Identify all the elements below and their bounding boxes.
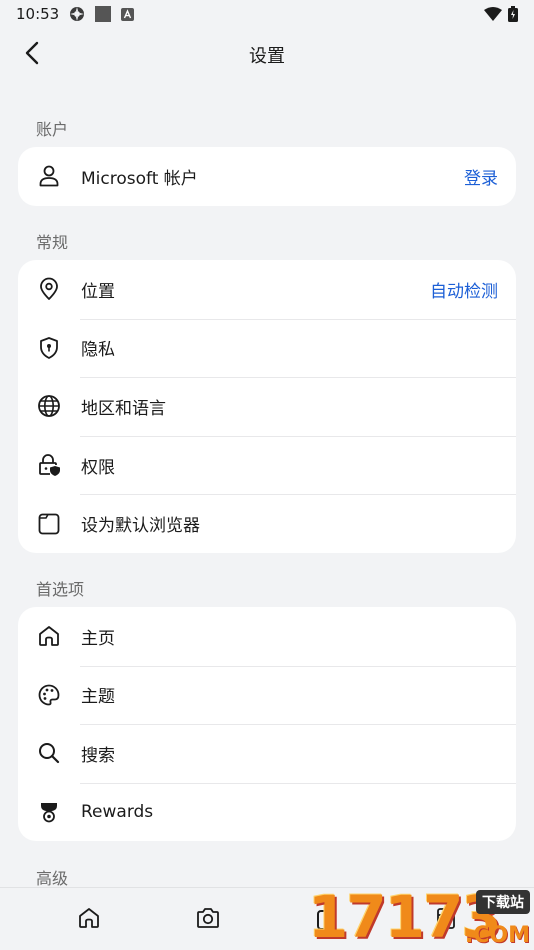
search-icon [36, 740, 62, 766]
row-label: 位置 [81, 281, 115, 302]
row-label: Rewards [81, 802, 154, 823]
row-label: 地区和语言 [81, 398, 166, 419]
row-label: Microsoft 帐户 [81, 168, 198, 189]
watermark-domain: .COM [464, 923, 530, 948]
row-label: 主题 [81, 687, 115, 708]
row-permissions[interactable]: 权限 [18, 435, 516, 495]
bottom-home-button[interactable] [75, 906, 103, 934]
card-account: Microsoft 帐户 登录 [18, 147, 516, 206]
status-bar: 10:53 [0, 0, 534, 28]
row-search[interactable]: 搜索 [18, 724, 516, 783]
square-app-icon [95, 6, 112, 22]
browser-window-icon [36, 511, 62, 537]
section-label-advanced: 高级 [36, 869, 69, 888]
bottom-camera-button[interactable] [194, 906, 222, 934]
font-a-icon [121, 7, 135, 21]
row-privacy[interactable]: 隐私 [18, 318, 516, 378]
row-rewards[interactable]: Rewards [18, 782, 516, 842]
section-label-preferences: 首选项 [36, 580, 85, 599]
settings-cog-icon [69, 6, 85, 22]
location-pin-icon [36, 276, 62, 302]
row-label: 主页 [81, 628, 115, 649]
row-region-language[interactable]: 地区和语言 [18, 377, 516, 436]
row-microsoft-account[interactable]: Microsoft 帐户 登录 [18, 147, 516, 206]
home-icon [36, 623, 62, 649]
row-label: 搜索 [81, 745, 115, 766]
location-value: 自动检测 [430, 281, 498, 302]
home-icon [77, 906, 101, 934]
watermark-logo: 17173 下载站 .COM [308, 883, 534, 950]
row-label: 设为默认浏览器 [81, 516, 200, 537]
status-time: 10:53 [16, 5, 60, 23]
watermark-badge: 下载站 [476, 890, 530, 914]
row-home[interactable]: 主页 [18, 607, 516, 666]
lock-shield-icon [36, 452, 62, 478]
chevron-left-icon [24, 41, 40, 69]
trophy-icon [36, 799, 62, 825]
section-label-general: 常规 [36, 233, 69, 252]
row-theme[interactable]: 主题 [18, 665, 516, 725]
row-location[interactable]: 位置 自动检测 [18, 260, 516, 319]
camera-icon [196, 907, 220, 933]
row-label: 权限 [81, 457, 115, 478]
back-button[interactable] [14, 37, 50, 73]
card-preferences: 主页 主题 搜索 Rewards [18, 607, 516, 842]
person-icon [36, 163, 62, 189]
wifi-icon [484, 7, 502, 21]
row-default-browser[interactable]: 设为默认浏览器 [18, 494, 516, 553]
row-label: 隐私 [81, 340, 115, 361]
card-general: 位置 自动检测 隐私 地区和语言 权限 设为默认浏览器 [18, 260, 516, 553]
sign-in-link[interactable]: 登录 [464, 164, 498, 189]
section-label-account: 账户 [36, 120, 69, 139]
palette-icon [36, 682, 62, 708]
header: 设置 [0, 28, 534, 82]
battery-icon [508, 6, 518, 22]
page-title: 设置 [249, 46, 285, 67]
shield-lock-icon [36, 335, 62, 361]
globe-icon [36, 393, 62, 419]
